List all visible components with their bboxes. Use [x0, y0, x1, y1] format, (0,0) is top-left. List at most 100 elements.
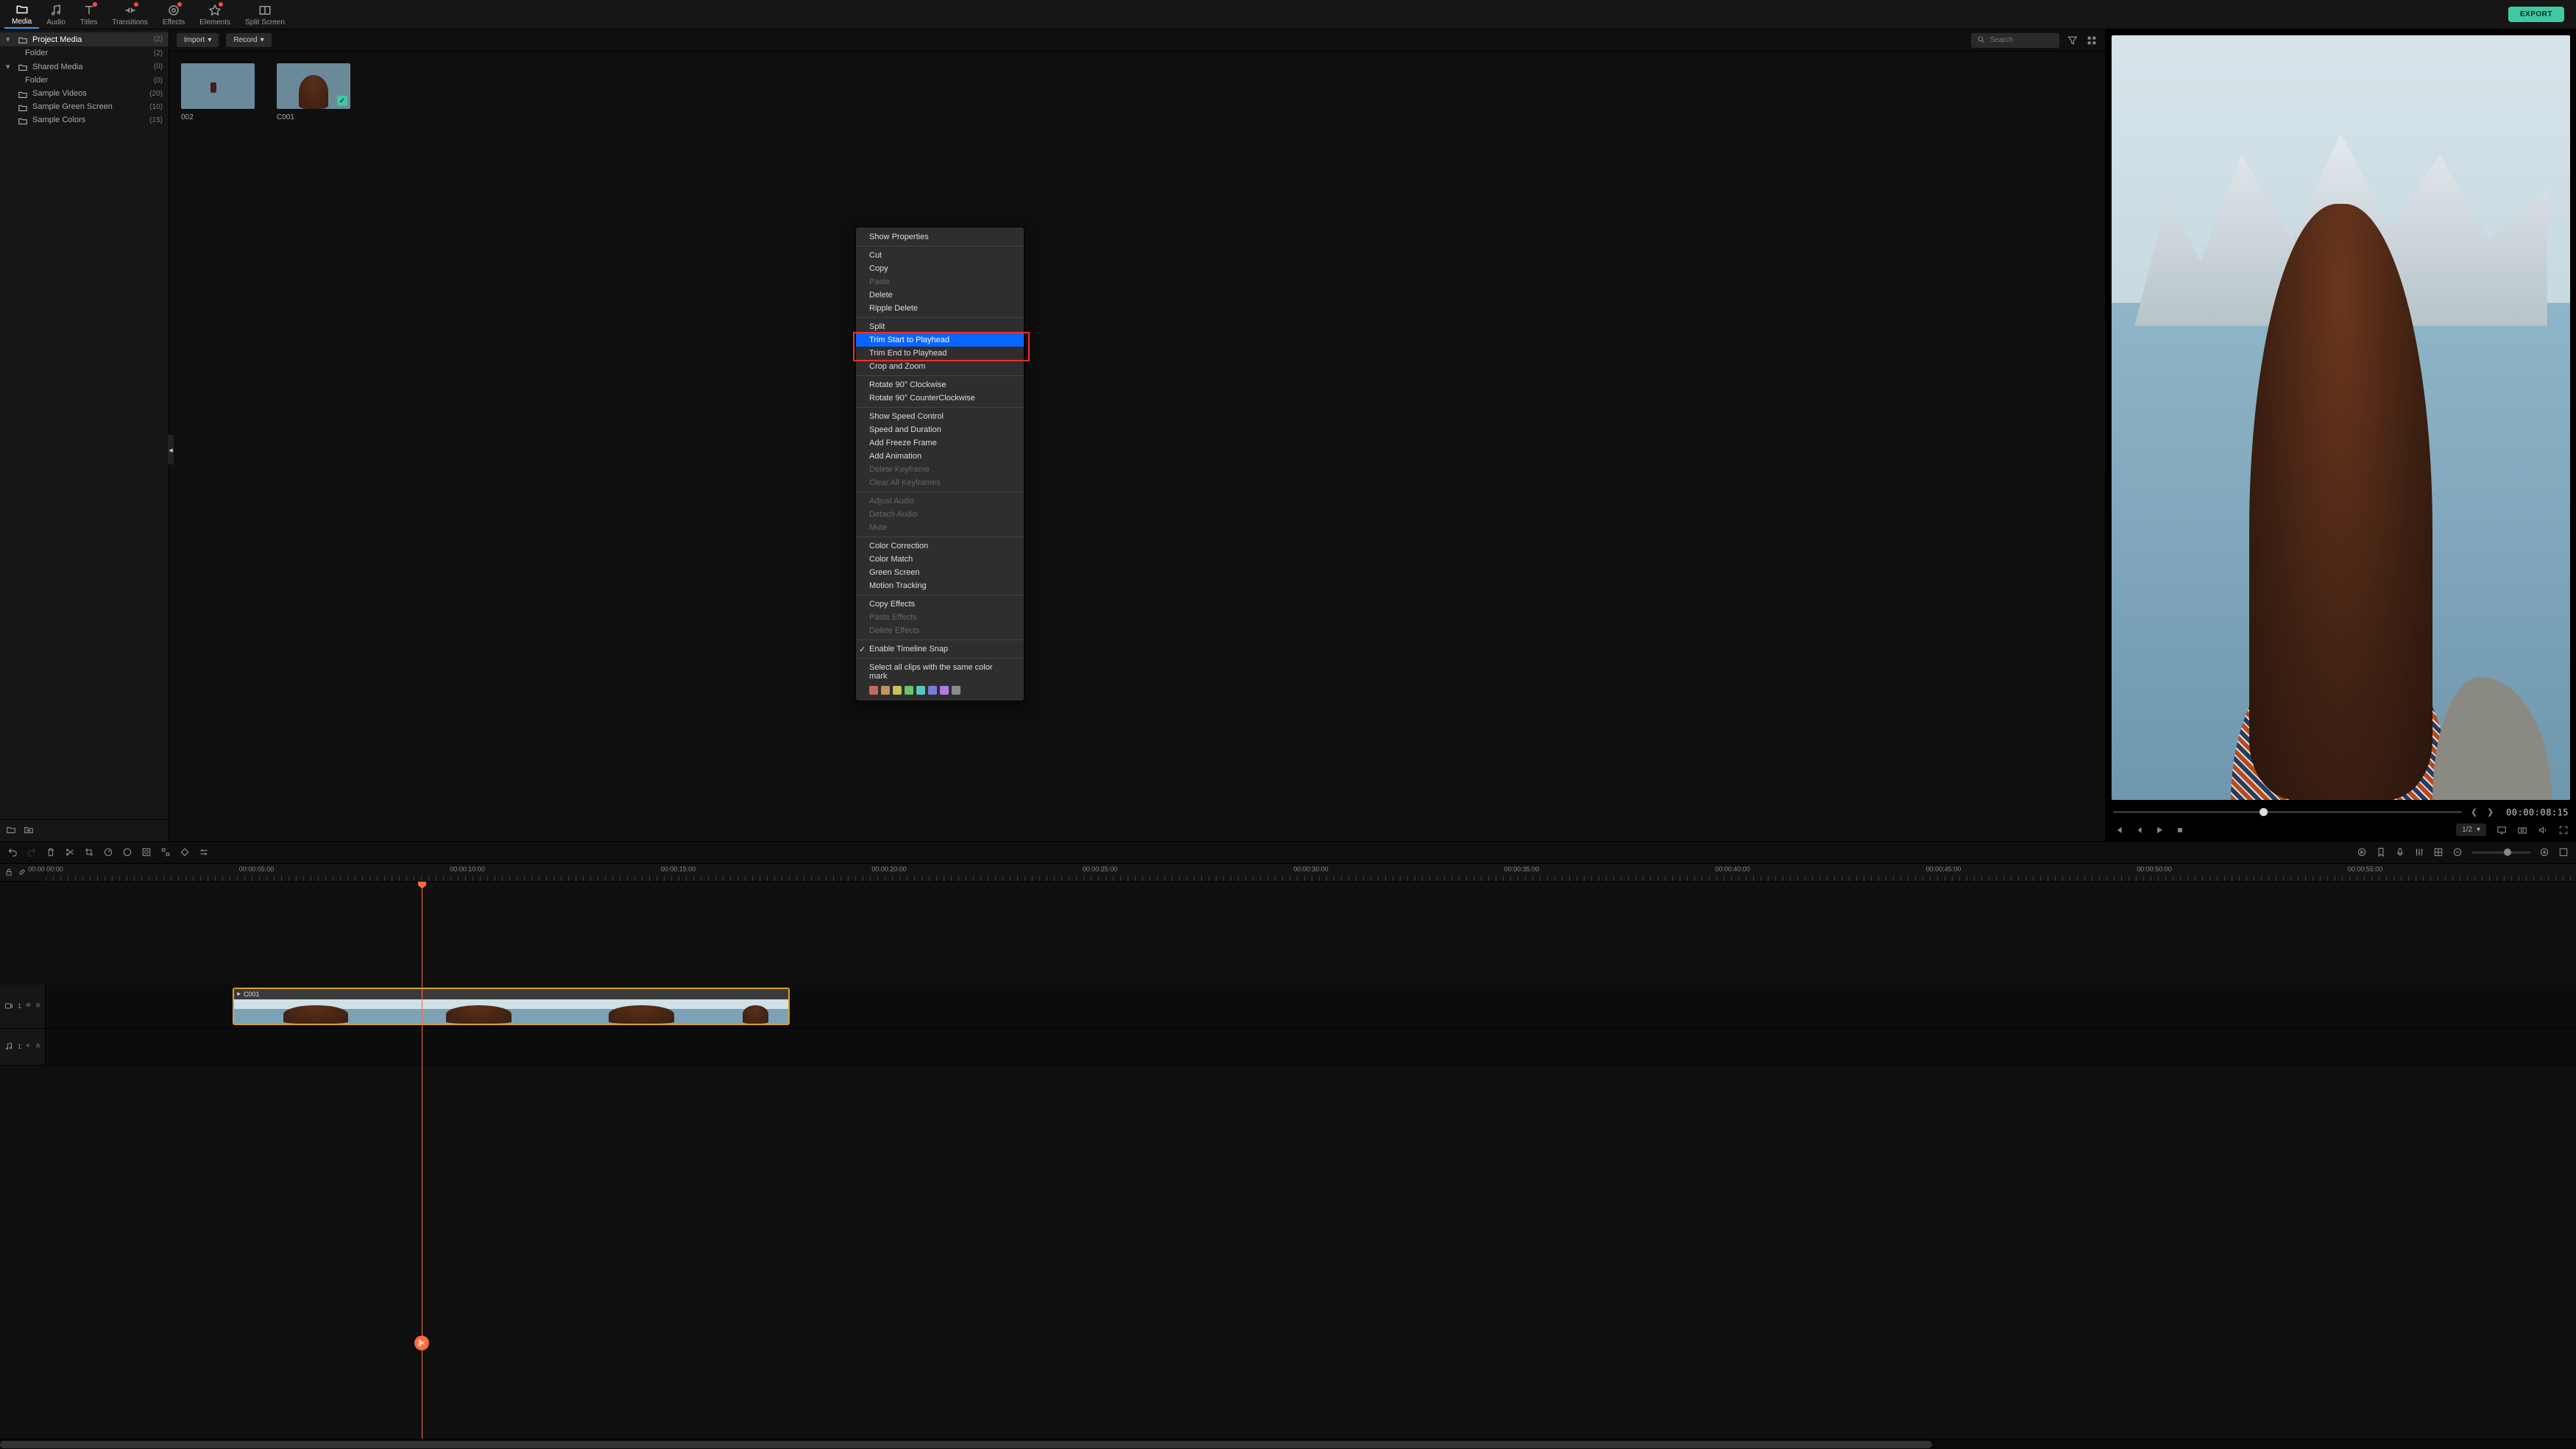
zoom-in-icon[interactable] — [2539, 847, 2550, 857]
ctx-enable-snap[interactable]: ✓Enable Timeline Snap — [856, 642, 1024, 656]
media-thumb[interactable]: 002 — [181, 63, 255, 121]
tree-sm-folder[interactable]: Folder (0) — [0, 74, 169, 87]
audio-track-body[interactable] — [46, 1029, 2576, 1065]
ctx-green-screen[interactable]: Green Screen — [856, 566, 1024, 579]
tab-split-screen[interactable]: Split Screen — [238, 1, 292, 28]
marker-icon[interactable] — [2376, 847, 2386, 857]
adjust-icon[interactable] — [199, 847, 209, 857]
color-swatch[interactable] — [869, 686, 878, 695]
ctx-add-animation[interactable]: Add Animation — [856, 450, 1024, 463]
color-swatch[interactable] — [916, 686, 925, 695]
split-icon[interactable] — [65, 847, 75, 857]
speed-icon[interactable] — [103, 847, 113, 857]
redo-icon[interactable] — [26, 847, 37, 857]
color-swatch[interactable] — [940, 686, 949, 695]
prev-frame-icon[interactable]: ❮ — [2471, 807, 2481, 818]
filter-icon[interactable] — [2067, 35, 2078, 46]
ctx-speed-duration[interactable]: Speed and Duration — [856, 423, 1024, 436]
ctx-show-speed[interactable]: Show Speed Control — [856, 410, 1024, 423]
chevron-down-icon[interactable]: ▾ — [6, 62, 13, 71]
zoom-ratio-select[interactable]: 1/2▾ — [2456, 823, 2486, 836]
mixer-icon[interactable] — [2414, 847, 2424, 857]
hscroll-thumb[interactable] — [0, 1441, 1932, 1448]
ctx-color-match[interactable]: Color Match — [856, 553, 1024, 566]
grid-icon[interactable] — [2433, 847, 2444, 857]
preview-viewport[interactable] — [2112, 35, 2570, 800]
ctx-mute[interactable]: Mute — [856, 521, 1024, 534]
ctx-trim-start[interactable]: Trim Start to Playhead — [856, 333, 1024, 347]
crop-icon[interactable] — [84, 847, 94, 857]
tree-shared-media[interactable]: ▾ Shared Media (0) — [0, 60, 169, 74]
ctx-clear-keyframes[interactable]: Clear All Keyframes — [856, 476, 1024, 489]
play-icon[interactable] — [2154, 825, 2165, 835]
delete-icon[interactable] — [46, 847, 56, 857]
color-swatch[interactable] — [928, 686, 937, 695]
timeline-ruler[interactable]: 00:00:00:0000:00:05:0000:00:10:0000:00:1… — [0, 864, 2576, 882]
ctx-crop-zoom[interactable]: Crop and Zoom — [856, 360, 1024, 373]
ctx-copy[interactable]: Copy — [856, 262, 1024, 275]
chevron-down-icon[interactable]: ▾ — [6, 35, 13, 44]
tree-project-media[interactable]: ▾ Project Media (2) — [0, 32, 169, 46]
delete-folder-icon[interactable] — [24, 825, 34, 835]
ctx-show-properties[interactable]: Show Properties — [856, 230, 1024, 244]
timeline-hscroll[interactable] — [0, 1439, 2576, 1449]
video-track-body[interactable]: ▸ C001 — [46, 985, 2576, 1028]
step-back-icon[interactable] — [2134, 825, 2144, 835]
lock-icon[interactable] — [35, 1002, 40, 1010]
media-search[interactable] — [1971, 33, 2059, 48]
zoom-fit-icon[interactable] — [2558, 847, 2569, 857]
mute-icon[interactable] — [26, 1043, 31, 1051]
export-button[interactable]: EXPORT — [2508, 7, 2564, 22]
expand-icon[interactable] — [160, 847, 171, 857]
preview-scrubber[interactable]: ❮ ❯ 00:00:08:15 — [2106, 806, 2576, 819]
eye-icon[interactable] — [26, 1002, 31, 1010]
record-dropdown[interactable]: Record▾ — [226, 33, 271, 47]
ctx-cut[interactable]: Cut — [856, 249, 1024, 262]
tab-effects[interactable]: Effects — [155, 1, 192, 28]
ctx-rotate-cw[interactable]: Rotate 90° Clockwise — [856, 378, 1024, 392]
tab-elements[interactable]: Elements — [192, 1, 238, 28]
new-folder-icon[interactable] — [6, 825, 16, 835]
fullscreen-icon[interactable] — [2558, 825, 2569, 835]
color-swatch[interactable] — [881, 686, 890, 695]
search-input[interactable] — [1990, 36, 2053, 44]
skip-back-icon[interactable] — [2113, 825, 2123, 835]
ctx-color-correction[interactable]: Color Correction — [856, 539, 1024, 553]
color-swatch[interactable] — [905, 686, 913, 695]
lock-icon[interactable] — [35, 1043, 40, 1051]
color-swatch[interactable] — [952, 686, 960, 695]
next-frame-icon[interactable]: ❯ — [2487, 807, 2497, 818]
tab-media[interactable]: Media — [4, 0, 39, 29]
green-screen-icon[interactable] — [141, 847, 152, 857]
ctx-delete[interactable]: Delete — [856, 288, 1024, 302]
link-icon[interactable] — [18, 868, 26, 876]
import-dropdown[interactable]: Import▾ — [177, 33, 219, 47]
tab-audio[interactable]: Audio — [39, 1, 73, 28]
tree-sample-green[interactable]: Sample Green Screen (10) — [0, 100, 169, 113]
ctx-detach-audio[interactable]: Detach Audio — [856, 508, 1024, 521]
ctx-rotate-ccw[interactable]: Rotate 90° CounterClockwise — [856, 392, 1024, 405]
ctx-copy-effects[interactable]: Copy Effects — [856, 598, 1024, 611]
tree-sample-colors[interactable]: Sample Colors (15) — [0, 113, 169, 127]
ctx-ripple-delete[interactable]: Ripple Delete — [856, 302, 1024, 315]
tree-sample-videos[interactable]: Sample Videos (20) — [0, 87, 169, 100]
color-icon[interactable] — [122, 847, 132, 857]
ctx-paste-effects[interactable]: Paste Effects — [856, 611, 1024, 624]
media-thumb[interactable]: ✓ C001 — [277, 63, 350, 121]
ctx-motion-tracking[interactable]: Motion Tracking — [856, 579, 1024, 592]
ruler-track[interactable]: 00:00:00:0000:00:05:0000:00:10:0000:00:1… — [46, 864, 2576, 881]
grid-view-icon[interactable] — [2086, 35, 2098, 46]
scissors-icon[interactable] — [414, 1336, 429, 1350]
ctx-adjust-audio[interactable]: Adjust Audio — [856, 495, 1024, 508]
scrubber-track[interactable] — [2113, 811, 2462, 813]
ctx-freeze-frame[interactable]: Add Freeze Frame — [856, 436, 1024, 450]
voiceover-icon[interactable] — [2395, 847, 2405, 857]
volume-icon[interactable] — [2538, 825, 2548, 835]
render-icon[interactable] — [2357, 847, 2367, 857]
zoom-out-icon[interactable] — [2452, 847, 2463, 857]
scrubber-knob[interactable] — [2260, 808, 2268, 816]
snapshot-icon[interactable] — [2517, 825, 2527, 835]
display-icon[interactable] — [2497, 825, 2507, 835]
slider-knob[interactable] — [2504, 849, 2511, 856]
tab-titles[interactable]: Titles — [73, 1, 105, 28]
